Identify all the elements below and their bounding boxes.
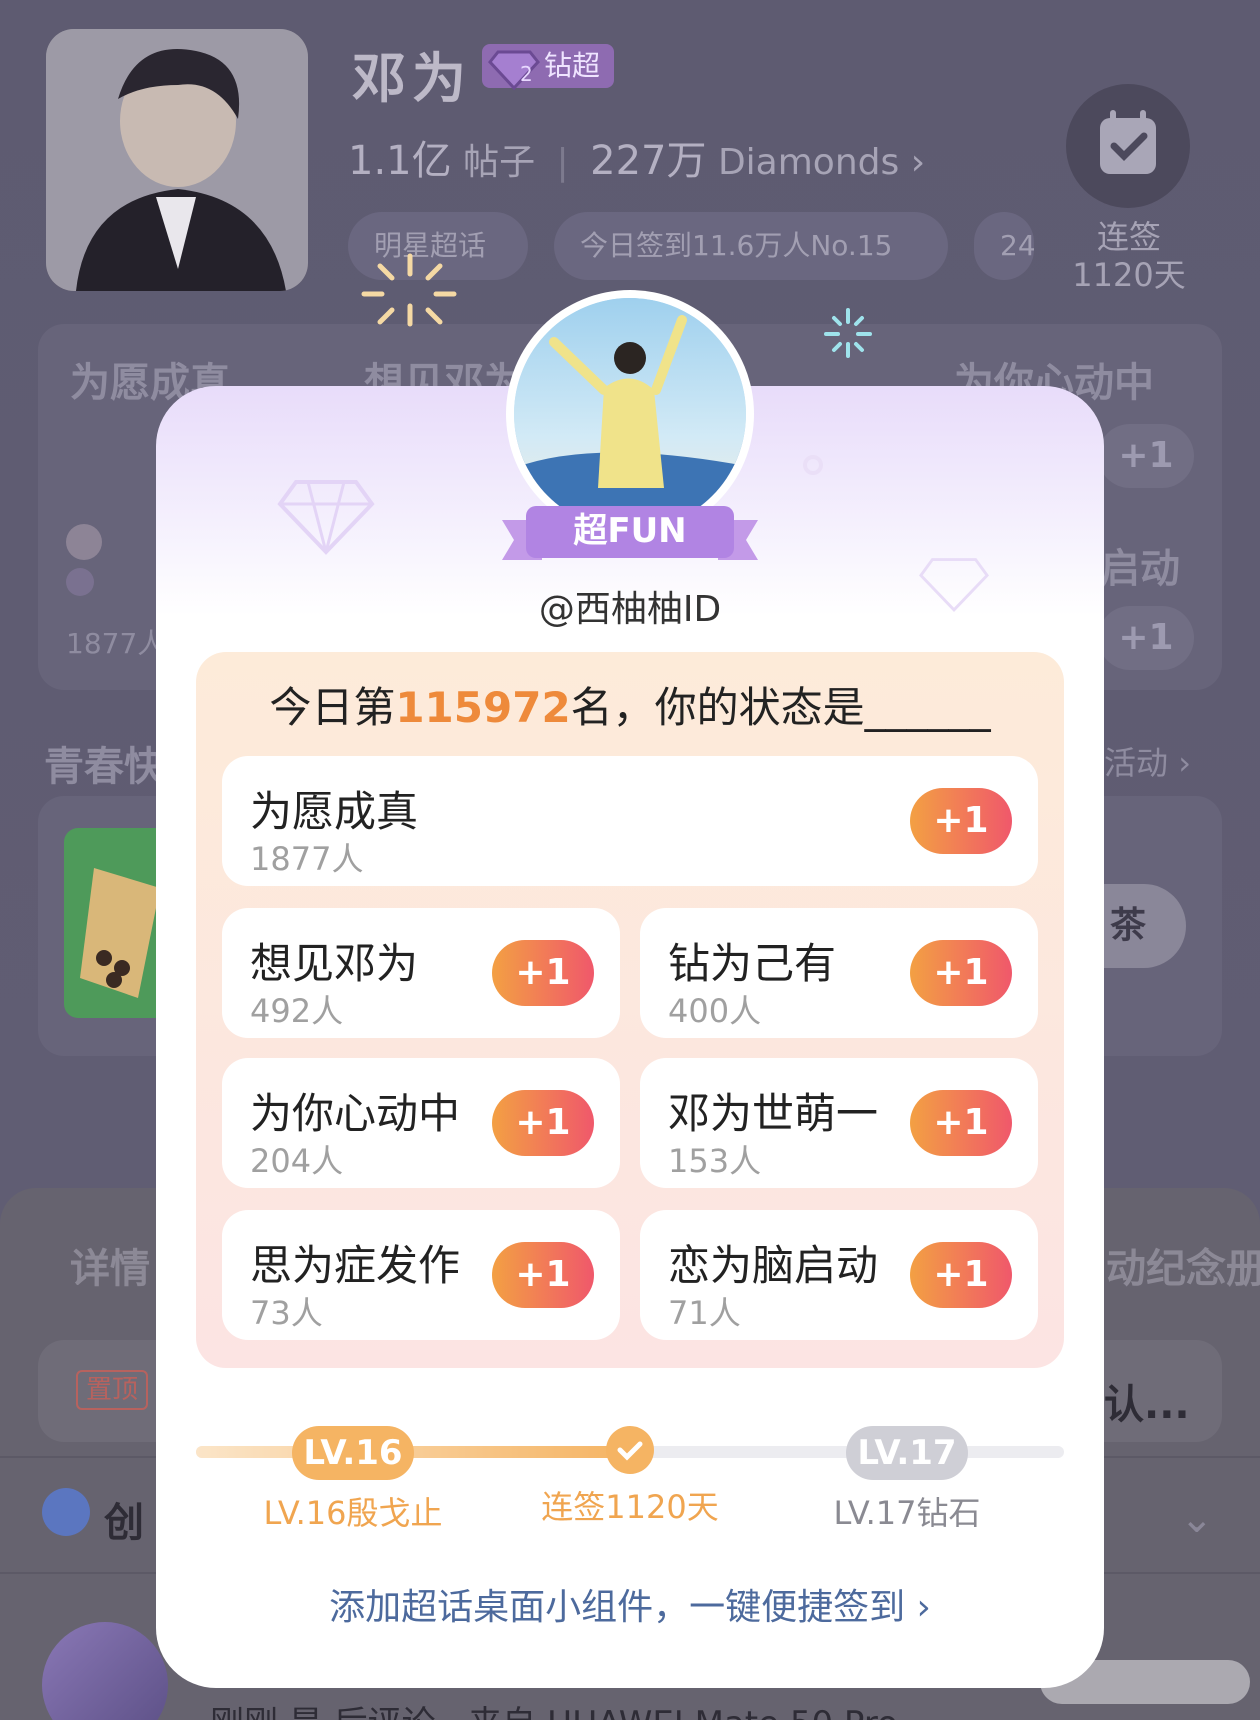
diamond-decoration-icon bbox=[277, 480, 375, 555]
chevron-down-icon[interactable]: ⌄ bbox=[1180, 1496, 1214, 1542]
diamonds-link[interactable]: Diamonds › bbox=[718, 142, 925, 183]
bg-card-count: 1877人 bbox=[66, 627, 166, 660]
posts-label: 帖子 bbox=[463, 142, 536, 183]
super-fun-badge: 超FUN bbox=[573, 511, 687, 551]
plus-one-button[interactable]: +1 bbox=[910, 1242, 1012, 1308]
bg-pinned-text: 认... bbox=[1104, 1382, 1190, 1428]
diamond-super-badge[interactable]: 2 钻超 bbox=[482, 44, 615, 91]
diamonds-label: Diamonds bbox=[717, 142, 900, 183]
status-option[interactable]: 思为症发作 73人 +1 bbox=[222, 1210, 620, 1340]
checkin-label: 连签 bbox=[1096, 218, 1161, 256]
option-name: 为你心动中 bbox=[250, 1089, 461, 1138]
avatar bbox=[66, 568, 94, 596]
option-name: 钻为己有 bbox=[668, 939, 837, 988]
bg-section-more-label: 活动 bbox=[1104, 744, 1169, 782]
badge-label: 钻超 bbox=[544, 49, 601, 82]
current-level-label: LV.16殷戈止 bbox=[263, 1494, 443, 1532]
badge-level: 2 bbox=[520, 62, 533, 86]
next-level-pill: LV.17 bbox=[846, 1426, 968, 1480]
chevron-right-icon: › bbox=[899, 142, 926, 183]
option-count: 73人 bbox=[250, 1294, 323, 1332]
chip-more[interactable]: 24 bbox=[974, 212, 1034, 280]
status-option[interactable]: 恋为脑启动 71人 +1 bbox=[640, 1210, 1038, 1340]
star-avatar[interactable] bbox=[46, 29, 308, 291]
option-count: 492人 bbox=[250, 992, 344, 1030]
calendar-check-icon bbox=[1100, 110, 1156, 174]
plus-one-button[interactable]: +1 bbox=[910, 1090, 1012, 1156]
option-count: 204人 bbox=[250, 1142, 344, 1180]
plus-one-button[interactable]: +1 bbox=[492, 1242, 594, 1308]
option-count: 153人 bbox=[668, 1142, 762, 1180]
plus-one-button[interactable]: +1 bbox=[492, 940, 594, 1006]
bg-post-meta: 刚刚 是 后评论 · 来自 HUAWEI Mate 50 Pro bbox=[210, 1696, 898, 1720]
status-option[interactable]: 邓为世萌一 153人 +1 bbox=[640, 1058, 1038, 1188]
creator-badge-icon bbox=[42, 1488, 90, 1536]
bg-row-text: 创 bbox=[104, 1500, 144, 1546]
star-stats: 1.1亿 帖子 | 227万 Diamonds › bbox=[348, 138, 926, 184]
question-suffix: 名，你的状态是______ bbox=[570, 683, 991, 732]
bg-section-title: 青春快 bbox=[44, 744, 164, 790]
watermark bbox=[1040, 1660, 1250, 1704]
checkin-progress-label: 连签1120天 bbox=[541, 1488, 719, 1526]
option-count: 400人 bbox=[668, 992, 762, 1030]
bg-plus-button[interactable]: +1 bbox=[1098, 606, 1194, 670]
status-option[interactable]: 为愿成真 1877人 +1 bbox=[222, 756, 1038, 886]
status-option[interactable]: 钻为己有 400人 +1 bbox=[640, 908, 1038, 1038]
status-option[interactable]: 想见邓为 492人 +1 bbox=[222, 908, 620, 1038]
plus-one-button[interactable]: +1 bbox=[910, 788, 1012, 854]
next-level-label: LV.17钻石 bbox=[833, 1494, 981, 1532]
plus-one-button[interactable]: +1 bbox=[910, 940, 1012, 1006]
chevron-right-icon: › bbox=[905, 1587, 931, 1628]
question-prefix: 今日第 bbox=[269, 683, 396, 732]
posts-value: 1.1亿 bbox=[348, 138, 452, 184]
status-question: 今日第115972名，你的状态是______ bbox=[196, 674, 1064, 735]
username: @西柚柚ID bbox=[538, 589, 722, 630]
status-option[interactable]: 为你心动中 204人 +1 bbox=[222, 1058, 620, 1188]
checkmark-icon bbox=[606, 1426, 654, 1474]
widget-link-text: 添加超话桌面小组件，一键便捷签到 bbox=[329, 1587, 906, 1628]
add-widget-link[interactable]: 添加超话桌面小组件，一键便捷签到 › bbox=[156, 1578, 1104, 1630]
checkin-calendar-button[interactable] bbox=[1066, 84, 1190, 208]
checkin-days: 1120天 bbox=[1072, 256, 1186, 294]
option-name: 恋为脑启动 bbox=[668, 1241, 879, 1290]
option-name: 为愿成真 bbox=[250, 787, 419, 836]
avatar bbox=[66, 524, 102, 560]
checkin-rank: 115972 bbox=[395, 683, 571, 732]
option-name: 想见邓为 bbox=[250, 939, 419, 988]
option-name: 邓为世萌一 bbox=[668, 1089, 879, 1138]
pinned-tag: 置顶 bbox=[76, 1370, 149, 1410]
bg-tab-details[interactable]: 详情 bbox=[70, 1236, 150, 1294]
bg-plus-button[interactable]: +1 bbox=[1098, 424, 1194, 488]
option-count: 1877人 bbox=[250, 840, 364, 878]
plus-one-button[interactable]: +1 bbox=[492, 1090, 594, 1156]
current-level-pill: LV.16 bbox=[292, 1426, 414, 1480]
diamonds-value: 227万 bbox=[590, 138, 707, 184]
bg-section-more[interactable]: 活动 › bbox=[1104, 738, 1191, 784]
option-count: 71人 bbox=[668, 1294, 741, 1332]
bg-tab-memorial[interactable]: 动纪念册 bbox=[1106, 1236, 1260, 1294]
checkin-streak: 连签 1120天 bbox=[1054, 218, 1204, 294]
option-name: 思为症发作 bbox=[250, 1241, 461, 1290]
bg-card-label: 启动 bbox=[1100, 546, 1180, 592]
circle-decoration-icon bbox=[803, 455, 823, 475]
star-name: 邓为 bbox=[352, 47, 472, 110]
